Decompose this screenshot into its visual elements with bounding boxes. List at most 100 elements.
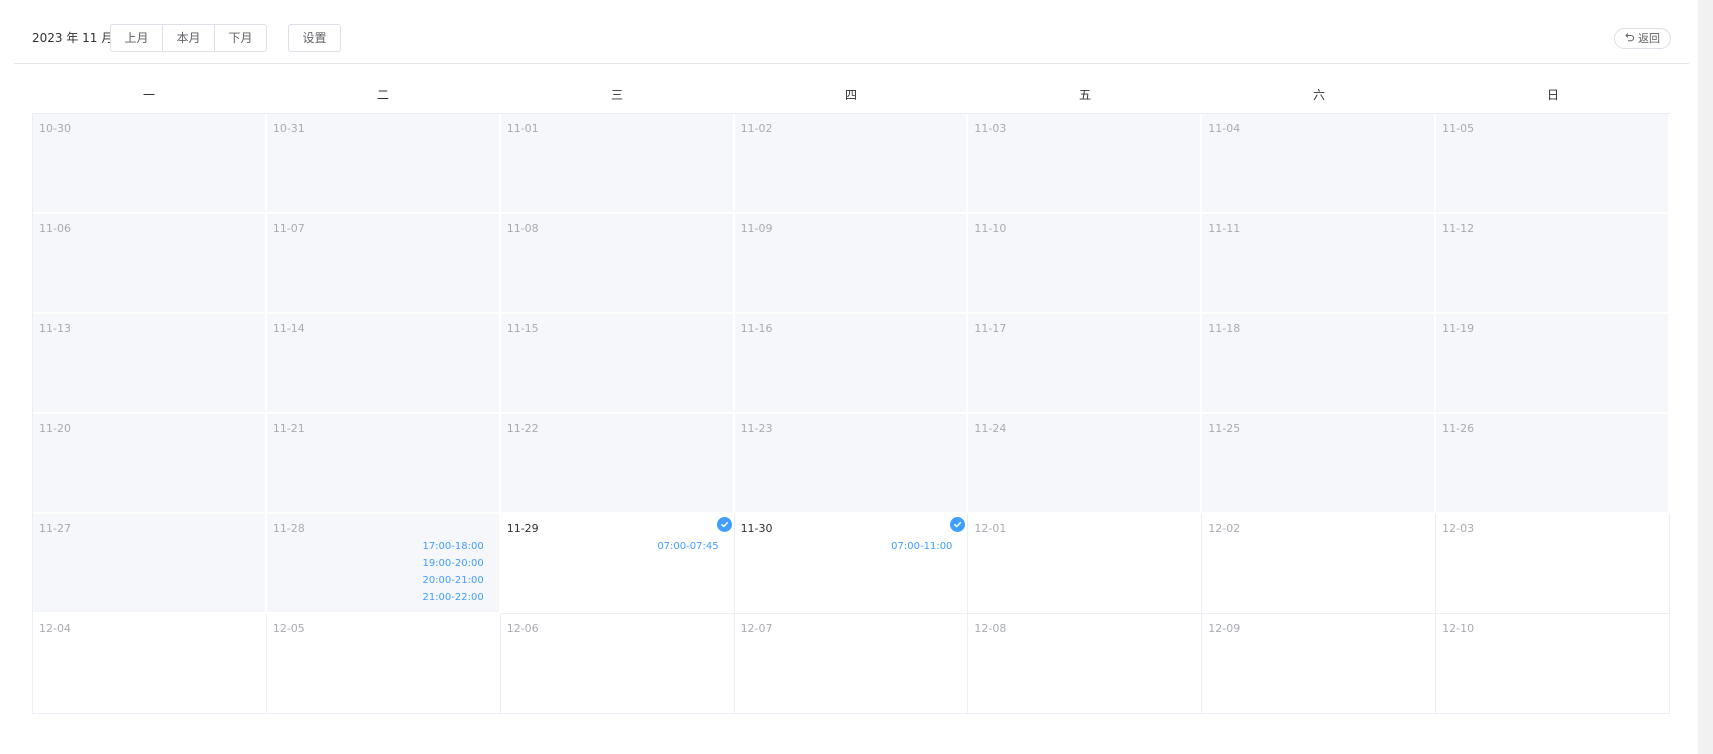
- calendar-day-cell[interactable]: 11-16: [734, 314, 969, 414]
- calendar-day-cell[interactable]: 12-10: [1436, 614, 1670, 714]
- day-date-label: 11-21: [272, 422, 305, 435]
- calendar-grid: 10-30 10-31 11-01 11-02 11-03 11-04 11-05 11-06…: [32, 113, 1670, 714]
- calendar-day-cell[interactable]: 12-02: [1202, 514, 1437, 614]
- day-date-label: 11-05: [1442, 122, 1475, 135]
- calendar-day-cell[interactable]: 11-28 17:00-18:00 19:00-20:00 20:00-21:00 21…: [266, 514, 501, 614]
- calendar-day-cell[interactable]: 11-13: [33, 314, 267, 414]
- weekday-thu: 四: [844, 88, 857, 102]
- day-date-label: 11-06: [39, 222, 71, 235]
- calendar-day-cell[interactable]: 11-20: [33, 414, 267, 514]
- calendar-day-cell[interactable]: 11-03: [968, 114, 1203, 214]
- calendar-day-cell[interactable]: 11-15: [500, 314, 735, 414]
- weekday-fri: 五: [1078, 88, 1091, 102]
- time-slot[interactable]: 20:00-21:00: [422, 572, 483, 589]
- day-date-label: 11-12: [1442, 222, 1475, 235]
- calendar-page: 2023 年 11 月 上月 本月 下月 设置 返回 一 二 三 四 五 六 日…: [0, 0, 1713, 754]
- time-slot[interactable]: 19:00-20:00: [422, 555, 483, 572]
- day-date-label: 11-08: [506, 222, 539, 235]
- day-date-label: 11-18: [1208, 322, 1241, 335]
- calendar-day-cell[interactable]: 11-06: [33, 214, 267, 314]
- day-date-label: 11-09: [740, 222, 773, 235]
- calendar-day-cell[interactable]: 11-14: [266, 314, 501, 414]
- day-date-label: 11-16: [740, 322, 773, 335]
- day-date-label: 11-24: [974, 422, 1007, 435]
- calendar-day-cell[interactable]: 12-07: [734, 614, 969, 714]
- day-date-label: 11-03: [974, 122, 1007, 135]
- calendar-day-cell[interactable]: 12-01: [968, 514, 1203, 614]
- next-month-button[interactable]: 下月: [214, 24, 267, 52]
- day-date-label: 12-05: [272, 622, 305, 635]
- calendar-day-cell[interactable]: 10-31: [266, 114, 501, 214]
- day-date-label: 11-04: [1208, 122, 1241, 135]
- time-slot[interactable]: 07:00-07:45: [657, 538, 718, 555]
- calendar-day-cell[interactable]: 11-04: [1202, 114, 1437, 214]
- day-date-label: 10-31: [272, 122, 305, 135]
- prev-month-button[interactable]: 上月: [110, 24, 163, 52]
- check-circle-icon: [950, 517, 966, 532]
- weekday-sun: 日: [1546, 88, 1559, 102]
- calendar-day-cell[interactable]: 11-07: [266, 214, 501, 314]
- calendar-day-cell[interactable]: 11-21: [266, 414, 501, 514]
- day-date-label: 12-06: [506, 622, 539, 635]
- day-date-label: 11-15: [506, 322, 539, 335]
- calendar-day-cell[interactable]: 11-10: [968, 214, 1203, 314]
- day-date-label: 12-10: [1442, 622, 1475, 635]
- day-date-label: 11-10: [974, 222, 1007, 235]
- calendar-day-cell[interactable]: 11-26: [1436, 414, 1670, 514]
- weekday-wed: 三: [610, 88, 623, 102]
- weekday-header: 一 二 三 四 五 六 日: [32, 82, 1670, 108]
- calendar-day-cell[interactable]: 11-22: [500, 414, 735, 514]
- undo-icon: [1625, 29, 1635, 48]
- day-date-label: 12-04: [39, 622, 71, 635]
- calendar-day-cell[interactable]: 11-30 07:00-11:00: [734, 514, 969, 614]
- calendar-day-cell[interactable]: 12-04: [33, 614, 267, 714]
- day-date-label: 11-29: [506, 522, 539, 535]
- day-date-label: 12-08: [974, 622, 1007, 635]
- weekday-mon: 一: [142, 88, 155, 102]
- time-slot[interactable]: 17:00-18:00: [422, 538, 483, 555]
- calendar-day-cell[interactable]: 11-27: [33, 514, 267, 614]
- calendar-day-cell[interactable]: 11-24: [968, 414, 1203, 514]
- calendar-day-cell[interactable]: 11-18: [1202, 314, 1437, 414]
- day-date-label: 12-02: [1208, 522, 1241, 535]
- calendar-day-cell[interactable]: 11-12: [1436, 214, 1670, 314]
- calendar-day-cell[interactable]: 11-29 07:00-07:45: [500, 514, 735, 614]
- calendar-day-cell[interactable]: 12-08: [968, 614, 1203, 714]
- day-date-label: 11-23: [740, 422, 773, 435]
- time-slot-list: 07:00-11:00: [891, 538, 952, 555]
- calendar-day-cell[interactable]: 12-05: [266, 614, 501, 714]
- calendar-day-cell[interactable]: 11-05: [1436, 114, 1670, 214]
- calendar-day-cell[interactable]: 11-11: [1202, 214, 1437, 314]
- weekday-sat: 六: [1312, 88, 1325, 102]
- day-date-label: 10-30: [39, 122, 71, 135]
- calendar-day-cell[interactable]: 11-08: [500, 214, 735, 314]
- calendar-day-cell[interactable]: 11-25: [1202, 414, 1437, 514]
- day-date-label: 12-01: [974, 522, 1007, 535]
- weekday-tue: 二: [376, 88, 389, 102]
- day-date-label: 11-01: [506, 122, 539, 135]
- calendar-day-cell[interactable]: 11-01: [500, 114, 735, 214]
- time-slot-list: 07:00-07:45: [657, 538, 718, 555]
- calendar-day-cell[interactable]: 11-19: [1436, 314, 1670, 414]
- settings-button[interactable]: 设置: [288, 24, 341, 52]
- calendar-day-cell[interactable]: 10-30: [33, 114, 267, 214]
- this-month-button[interactable]: 本月: [162, 24, 215, 52]
- check-circle-icon: [716, 517, 732, 532]
- calendar-day-cell[interactable]: 11-02: [734, 114, 969, 214]
- day-date-label: 12-03: [1442, 522, 1475, 535]
- calendar-day-cell[interactable]: 12-03: [1436, 514, 1670, 614]
- back-button[interactable]: 返回: [1614, 28, 1671, 49]
- calendar-day-cell[interactable]: 12-09: [1202, 614, 1437, 714]
- day-date-label: 11-13: [39, 322, 71, 335]
- calendar-day-cell[interactable]: 12-06: [500, 614, 735, 714]
- day-date-label: 11-30: [740, 522, 773, 535]
- calendar-day-cell[interactable]: 11-09: [734, 214, 969, 314]
- time-slot[interactable]: 21:00-22:00: [422, 589, 483, 606]
- calendar-day-cell[interactable]: 11-23: [734, 414, 969, 514]
- back-button-label: 返回: [1638, 32, 1660, 45]
- calendar-day-cell[interactable]: 11-17: [968, 314, 1203, 414]
- time-slot[interactable]: 07:00-11:00: [891, 538, 952, 555]
- day-date-label: 11-27: [39, 522, 71, 535]
- page-scrollbar[interactable]: [1698, 0, 1713, 754]
- day-date-label: 11-26: [1442, 422, 1475, 435]
